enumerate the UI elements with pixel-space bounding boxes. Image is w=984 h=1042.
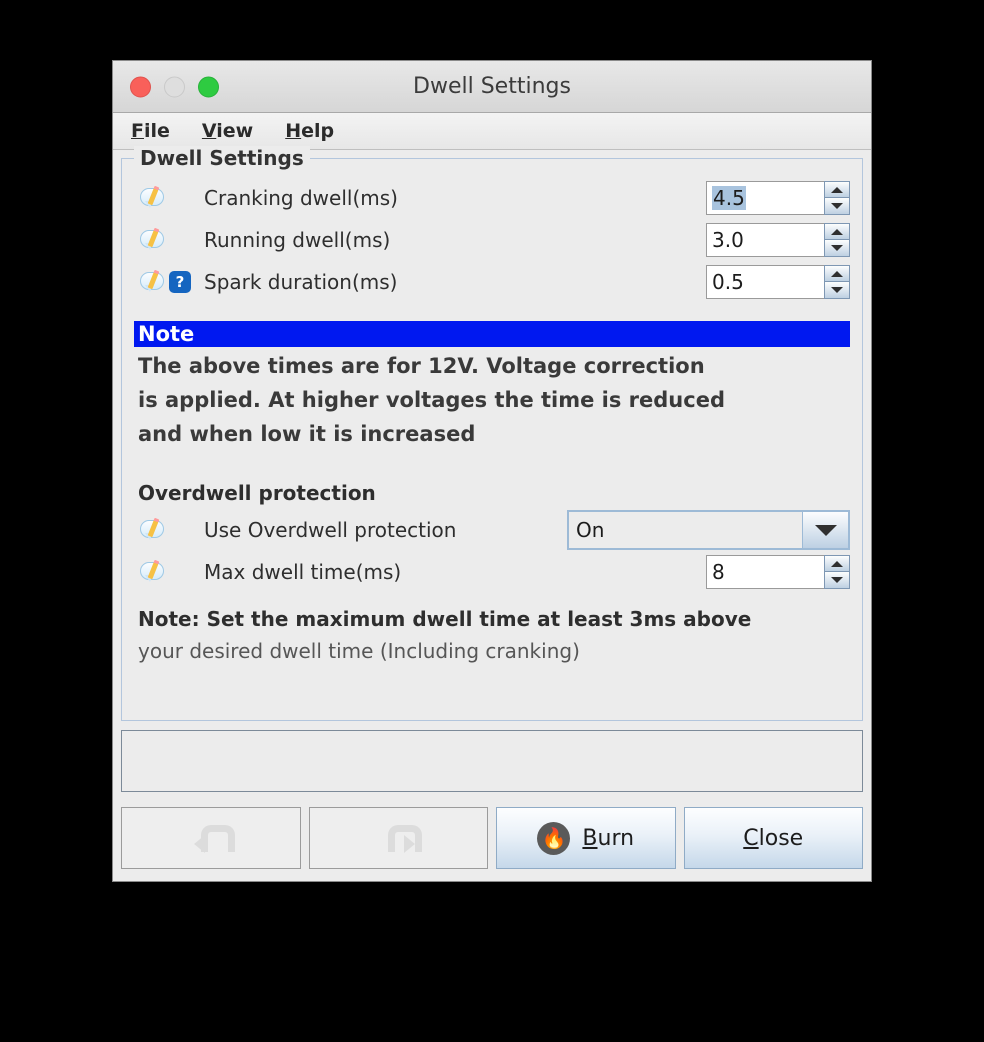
note-heading: Note (134, 321, 850, 347)
max-dwell-value: 8 (712, 560, 725, 584)
redo-button[interactable] (308, 807, 488, 869)
overdwell-note-line-1: Note: Set the maximum dwell time at leas… (138, 607, 752, 631)
cranking-dwell-spinner[interactable]: 4.5 (706, 181, 850, 215)
undo-arrow-icon (192, 821, 235, 855)
note-line-3: and when low it is increased (138, 422, 476, 446)
triangle-down-icon (831, 577, 843, 583)
max-dwell-spinner[interactable]: 8 (706, 555, 850, 589)
row-icons (134, 517, 194, 542)
running-dwell-spinner[interactable]: 3.0 (706, 223, 850, 257)
redo-arrow-icon (379, 821, 423, 855)
dwell-settings-window: Dwell Settings File View Help Dwell Sett… (112, 60, 872, 882)
cranking-dwell-label: Cranking dwell(ms) (204, 186, 398, 210)
menu-help-rest: elp (301, 120, 335, 142)
close-mnemonic: C (743, 825, 759, 851)
help-question-icon[interactable]: ? (169, 271, 191, 293)
field-row-running-dwell: Running dwell(ms) 3.0 (134, 219, 850, 261)
menu-bar: File View Help (113, 113, 871, 150)
max-dwell-spin-buttons (824, 555, 850, 589)
menu-file-rest: ile (143, 120, 170, 142)
overdwell-heading: Overdwell protection (138, 481, 376, 505)
triangle-up-icon (831, 560, 843, 567)
cranking-dwell-decrement-button[interactable] (824, 198, 850, 215)
triangle-down-icon (831, 245, 843, 251)
title-bar: Dwell Settings (113, 61, 871, 113)
menu-help[interactable]: Help (281, 118, 338, 144)
field-row-cranking-dwell: Cranking dwell(ms) 4.5 (134, 177, 850, 219)
max-dwell-input[interactable]: 8 (706, 555, 824, 589)
row-icons (134, 227, 194, 252)
triangle-up-icon (831, 228, 843, 235)
cranking-dwell-spin-buttons (824, 181, 850, 215)
row-icons: ? (134, 269, 194, 294)
spark-duration-spinner[interactable]: 0.5 (706, 265, 850, 299)
overdwell-note-line-2: your desired dwell time (Including crank… (138, 639, 580, 663)
flame-icon: 🔥 (537, 821, 571, 855)
running-dwell-spin-buttons (824, 223, 850, 257)
spark-duration-value: 0.5 (712, 270, 744, 294)
burn-rest: urn (597, 825, 635, 851)
max-dwell-increment-button[interactable] (824, 555, 850, 572)
running-dwell-increment-button[interactable] (824, 223, 850, 240)
comment-edit-icon[interactable] (140, 185, 166, 210)
triangle-down-icon (831, 203, 843, 209)
comment-edit-icon[interactable] (140, 559, 166, 584)
running-dwell-decrement-button[interactable] (824, 240, 850, 257)
use-overdwell-combobox[interactable]: On (567, 510, 850, 550)
row-icons (134, 185, 194, 210)
menu-view-mnemonic: V (201, 120, 217, 142)
use-overdwell-label: Use Overdwell protection (204, 518, 457, 542)
cranking-dwell-input[interactable]: 4.5 (706, 181, 824, 215)
spark-duration-label: Spark duration(ms) (204, 270, 398, 294)
running-dwell-label: Running dwell(ms) (204, 228, 391, 252)
row-icons (134, 559, 194, 584)
dwell-settings-group: Dwell Settings Cranking dwell(ms) 4.5 Ru… (121, 146, 863, 721)
menu-view-rest: iew (216, 120, 254, 142)
triangle-down-icon (831, 287, 843, 293)
field-row-max-dwell: Max dwell time(ms) 8 (134, 551, 850, 593)
menu-help-mnemonic: H (285, 120, 302, 142)
overdwell-note: Note: Set the maximum dwell time at leas… (134, 603, 850, 667)
window-content: Dwell Settings Cranking dwell(ms) 4.5 Ru… (113, 146, 871, 797)
burn-mnemonic: B (582, 825, 598, 851)
field-row-use-overdwell: Use Overdwell protection On (134, 509, 850, 551)
note-line-2: is applied. At higher voltages the time … (138, 388, 725, 412)
close-rest: lose (758, 825, 804, 851)
chevron-down-icon (814, 524, 837, 536)
status-panel (121, 730, 863, 792)
comment-edit-icon[interactable] (140, 269, 166, 294)
note-body: The above times are for 12V. Voltage cor… (134, 349, 850, 451)
cranking-dwell-increment-button[interactable] (824, 181, 850, 198)
spark-duration-input[interactable]: 0.5 (706, 265, 824, 299)
button-bar: 🔥 Burn Close (113, 797, 871, 881)
max-dwell-decrement-button[interactable] (824, 572, 850, 589)
spark-duration-increment-button[interactable] (824, 265, 850, 282)
max-dwell-label: Max dwell time(ms) (204, 560, 402, 584)
undo-button[interactable] (121, 807, 301, 869)
comment-edit-icon[interactable] (140, 517, 166, 542)
note-line-1: The above times are for 12V. Voltage cor… (138, 354, 705, 378)
running-dwell-value: 3.0 (712, 228, 744, 252)
triangle-up-icon (831, 186, 843, 193)
menu-file-mnemonic: F (131, 120, 144, 142)
cranking-dwell-value: 4.5 (712, 186, 746, 210)
spark-duration-spin-buttons (824, 265, 850, 299)
burn-button-label: Burn (582, 826, 634, 851)
spark-duration-decrement-button[interactable] (824, 282, 850, 299)
burn-button[interactable]: 🔥 Burn (496, 807, 676, 869)
field-row-spark-duration: ? Spark duration(ms) 0.5 (134, 261, 850, 303)
menu-view[interactable]: View (198, 118, 257, 144)
use-overdwell-dropdown-button[interactable] (803, 512, 848, 548)
close-button[interactable]: Close (683, 807, 863, 869)
group-title: Dwell Settings (134, 146, 310, 170)
use-overdwell-value[interactable]: On (569, 512, 803, 548)
triangle-up-icon (831, 270, 843, 277)
running-dwell-input[interactable]: 3.0 (706, 223, 824, 257)
close-button-label: Close (743, 826, 803, 851)
window-title: Dwell Settings (413, 74, 571, 99)
menu-file[interactable]: File (127, 118, 174, 144)
comment-edit-icon[interactable] (140, 227, 166, 252)
